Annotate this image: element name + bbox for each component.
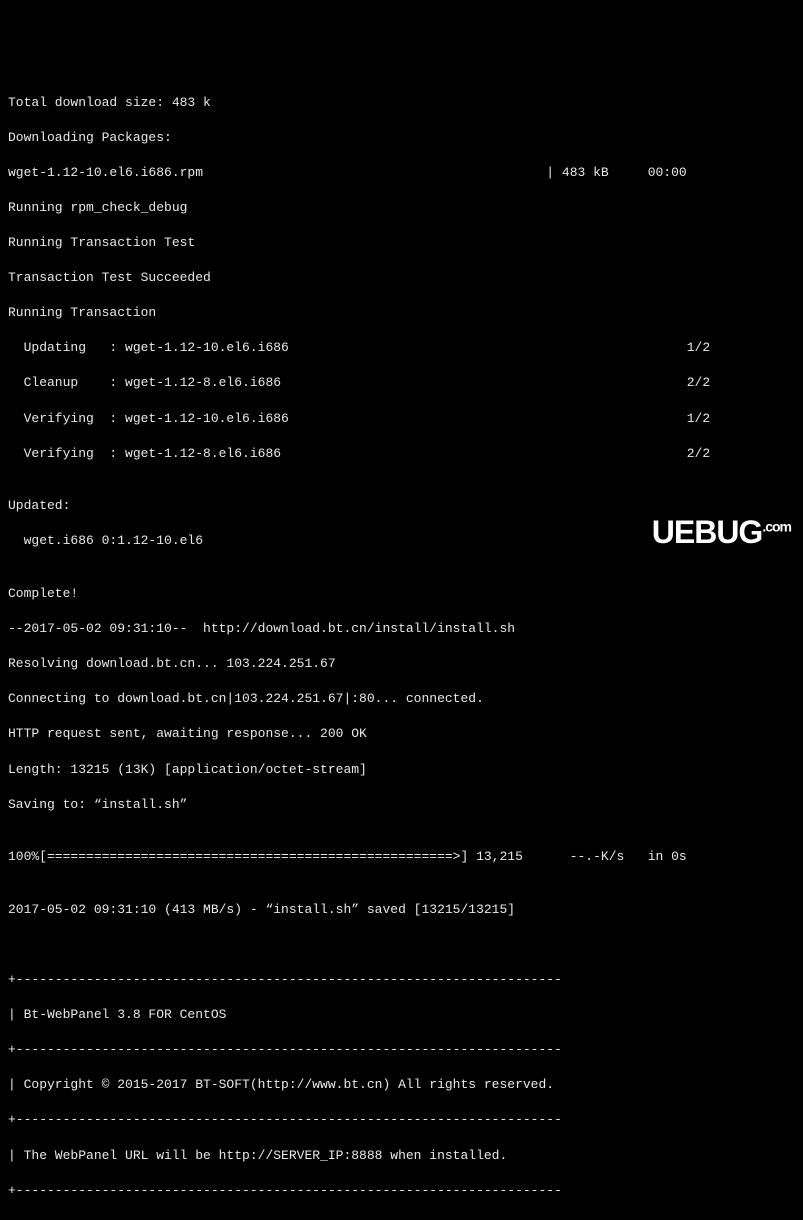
- out-line: | The WebPanel URL will be http://SERVER…: [8, 1147, 795, 1165]
- out-line: +---------------------------------------…: [8, 1182, 795, 1200]
- out-line: +---------------------------------------…: [8, 1111, 795, 1129]
- out-line: | Copyright © 2015-2017 BT-SOFT(http://w…: [8, 1076, 795, 1094]
- out-line: Verifying : wget-1.12-10.el6.i686 1/2: [8, 410, 795, 428]
- out-line: +---------------------------------------…: [8, 1041, 795, 1059]
- out-line: 100%[===================================…: [8, 848, 795, 866]
- out-line: Transaction Test Succeeded: [8, 269, 795, 287]
- terminal-output[interactable]: Total download size: 483 k Downloading P…: [8, 76, 795, 1220]
- out-line: Complete!: [8, 585, 795, 603]
- out-line: Running rpm_check_debug: [8, 199, 795, 217]
- out-line: Verifying : wget-1.12-8.el6.i686 2/2: [8, 445, 795, 463]
- out-line: Updated:: [8, 497, 795, 515]
- out-line: Running Transaction Test: [8, 234, 795, 252]
- out-line: --2017-05-02 09:31:10-- http://download.…: [8, 620, 795, 638]
- out-line: 2017-05-02 09:31:10 (413 MB/s) - “instal…: [8, 901, 795, 919]
- out-line: Saving to: “install.sh”: [8, 796, 795, 814]
- out-line: Downloading Packages:: [8, 129, 795, 147]
- out-line: Length: 13215 (13K) [application/octet-s…: [8, 761, 795, 779]
- out-line: HTTP request sent, awaiting response... …: [8, 725, 795, 743]
- out-line: +---------------------------------------…: [8, 971, 795, 989]
- out-line: Cleanup : wget-1.12-8.el6.i686 2/2: [8, 374, 795, 392]
- out-line: wget-1.12-10.el6.i686.rpm | 483 kB 00:00: [8, 164, 795, 182]
- out-line: Running Transaction: [8, 304, 795, 322]
- out-line: wget.i686 0:1.12-10.el6: [8, 532, 795, 550]
- out-line: Resolving download.bt.cn... 103.224.251.…: [8, 655, 795, 673]
- out-line: Updating : wget-1.12-10.el6.i686 1/2: [8, 339, 795, 357]
- out-line: Connecting to download.bt.cn|103.224.251…: [8, 690, 795, 708]
- out-line: Total download size: 483 k: [8, 94, 795, 112]
- out-line: | Bt-WebPanel 3.8 FOR CentOS: [8, 1006, 795, 1024]
